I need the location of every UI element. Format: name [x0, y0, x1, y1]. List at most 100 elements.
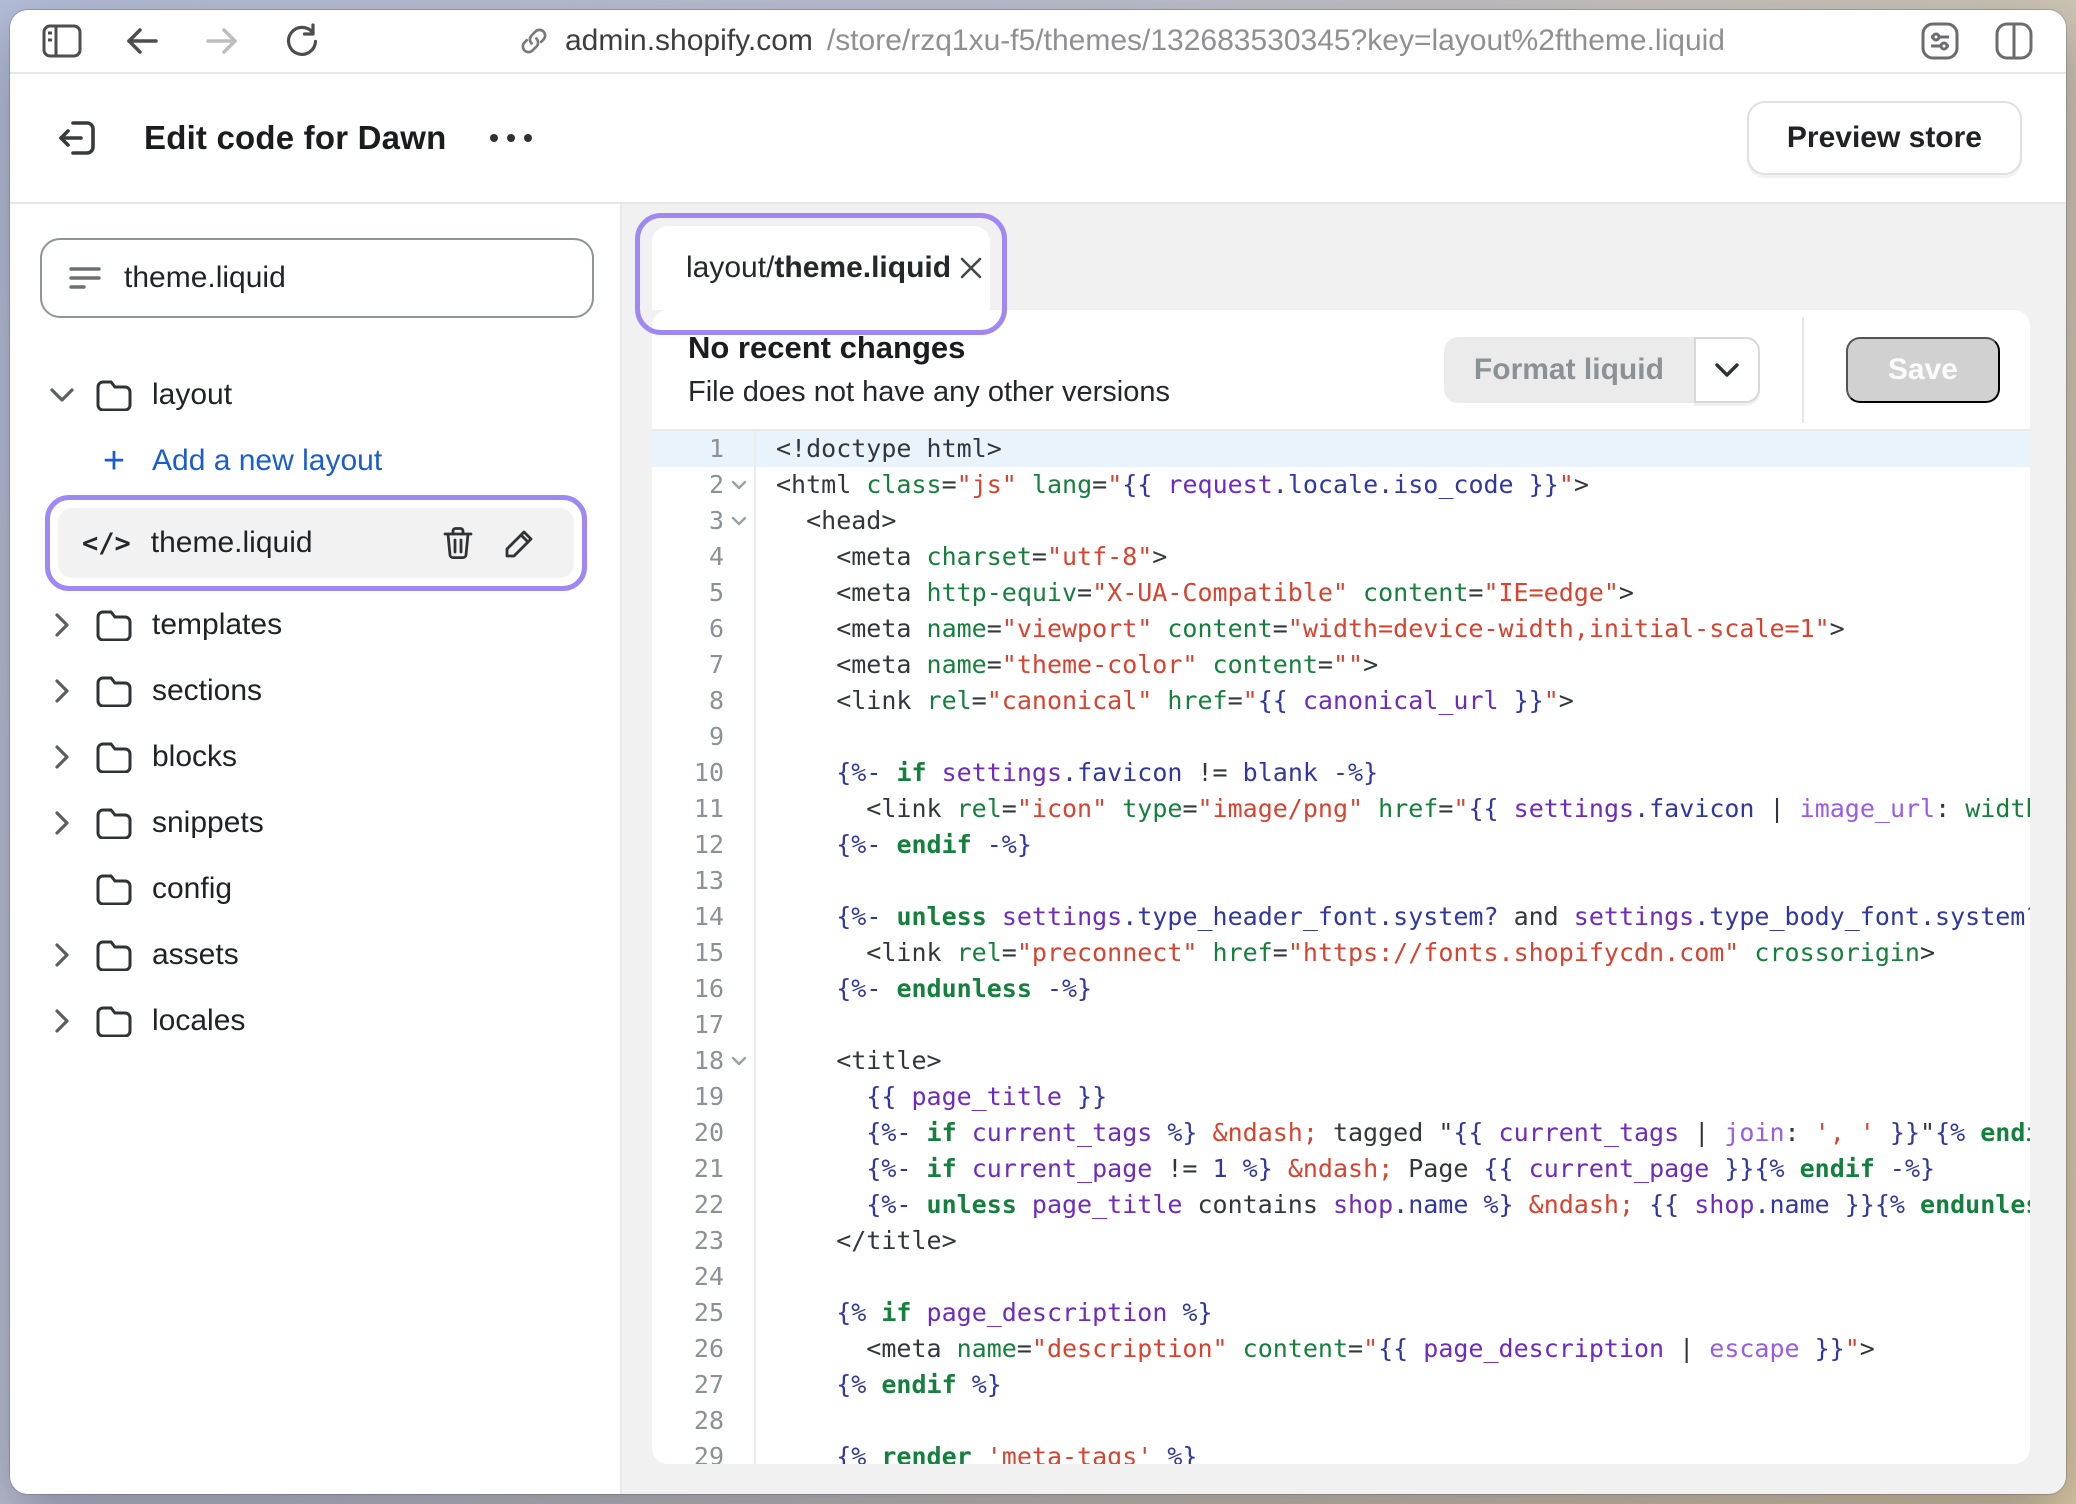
fold-spacer: [724, 899, 754, 935]
close-icon[interactable]: [951, 248, 991, 288]
chevron-down-icon[interactable]: [1694, 337, 1760, 403]
tune-icon[interactable]: [1918, 19, 1962, 63]
editor-card-header: No recent changes File does not have any…: [652, 310, 2030, 431]
folder-icon: [88, 675, 140, 707]
chevron-right-icon[interactable]: [40, 942, 84, 968]
sidebar-item-assets[interactable]: assets: [40, 922, 594, 988]
code-line[interactable]: 2<html class="js" lang="{{ request.local…: [652, 467, 2030, 503]
reload-icon[interactable]: [280, 19, 324, 63]
header-divider: [1802, 317, 1804, 423]
exit-icon[interactable]: [50, 110, 106, 166]
code-line[interactable]: 19 {{ page_title }}: [652, 1079, 2030, 1115]
address-bar[interactable]: admin.shopify.com/store/rzq1xu-f5/themes…: [324, 19, 1918, 63]
browser-window: admin.shopify.com/store/rzq1xu-f5/themes…: [10, 10, 2066, 1494]
code-line[interactable]: 21 {%- if current_page != 1 %} &ndash; P…: [652, 1151, 2030, 1187]
line-number: 5: [652, 575, 724, 611]
save-button[interactable]: Save: [1846, 337, 2000, 403]
fold-spacer: [724, 1115, 754, 1151]
code-line[interactable]: 25 {% if page_description %}: [652, 1295, 2030, 1331]
fold-spacer: [724, 935, 754, 971]
code-text: {%- endunless -%}: [756, 971, 2030, 1007]
code-line[interactable]: 9: [652, 719, 2030, 755]
editor-card: No recent changes File does not have any…: [652, 310, 2030, 1464]
code-text: <html class="js" lang="{{ request.locale…: [756, 467, 2030, 503]
sidebar-item-layout[interactable]: layout: [40, 362, 594, 428]
editor-pane: layout/theme.liquid No recent changes Fi…: [622, 204, 2066, 1494]
pencil-icon[interactable]: [492, 526, 548, 560]
sidebar-item-theme-liquid[interactable]: </>theme.liquid: [58, 508, 574, 578]
code-text: {% if page_description %}: [756, 1295, 2030, 1331]
code-line[interactable]: 14 {%- unless settings.type_header_font.…: [652, 899, 2030, 935]
code-line[interactable]: 24: [652, 1259, 2030, 1295]
sidebar-item-config[interactable]: config: [40, 856, 594, 922]
fold-spacer: [724, 1259, 754, 1295]
code-line[interactable]: 26 <meta name="description" content="{{ …: [652, 1331, 2030, 1367]
code-line[interactable]: 13: [652, 863, 2030, 899]
chevron-right-icon[interactable]: [40, 744, 84, 770]
gutter: 12: [652, 827, 756, 863]
sidebar-item-add-layout[interactable]: +Add a new layout: [40, 428, 594, 494]
code-line[interactable]: 3 <head>: [652, 503, 2030, 539]
sidebar-item-locales[interactable]: locales: [40, 988, 594, 1054]
code-text: {%- if current_page != 1 %} &ndash; Page…: [756, 1151, 2030, 1187]
sidebar-item-sections[interactable]: sections: [40, 658, 594, 724]
fold-icon[interactable]: [724, 503, 754, 539]
tab-theme-liquid[interactable]: layout/theme.liquid: [652, 226, 990, 310]
file-tree: layout+Add a new layout </>theme.liquid te…: [40, 362, 594, 1054]
gutter: 20: [652, 1115, 756, 1151]
code-line[interactable]: 10 {%- if settings.favicon != blank -%}: [652, 755, 2030, 791]
file-search-box[interactable]: [40, 238, 594, 318]
chevron-right-icon[interactable]: [40, 810, 84, 836]
code-line[interactable]: 17: [652, 1007, 2030, 1043]
code-line[interactable]: 22 {%- unless page_title contains shop.n…: [652, 1187, 2030, 1223]
line-number: 3: [652, 503, 724, 539]
code-line[interactable]: 23 </title>: [652, 1223, 2030, 1259]
format-liquid-button[interactable]: Format liquid: [1444, 337, 1694, 403]
code-line[interactable]: 6 <meta name="viewport" content="width=d…: [652, 611, 2030, 647]
code-line[interactable]: 18 <title>: [652, 1043, 2030, 1079]
chevron-right-icon[interactable]: [40, 1008, 84, 1034]
gutter: 7: [652, 647, 756, 683]
plus-icon: +: [88, 442, 140, 480]
code-line[interactable]: 27 {% endif %}: [652, 1367, 2030, 1403]
code-icon: </>: [82, 528, 131, 559]
sidebar-item-snippets[interactable]: snippets: [40, 790, 594, 856]
sidebar-toggle-icon[interactable]: [40, 19, 84, 63]
sidebar-item-templates[interactable]: templates: [40, 592, 594, 658]
split-view-icon[interactable]: [1992, 19, 2036, 63]
gutter: 19: [652, 1079, 756, 1115]
status-subtitle: File does not have any other versions: [688, 375, 1170, 409]
more-dots-icon[interactable]: [484, 134, 538, 142]
back-icon[interactable]: [120, 19, 164, 63]
code-line[interactable]: 1<!doctype html>: [652, 431, 2030, 467]
preview-store-button[interactable]: Preview store: [1747, 101, 2022, 175]
line-number: 20: [652, 1115, 724, 1151]
code-line[interactable]: 11 <link rel="icon" type="image/png" hre…: [652, 791, 2030, 827]
code-line[interactable]: 12 {%- endif -%}: [652, 827, 2030, 863]
fold-icon[interactable]: [724, 467, 754, 503]
code-line[interactable]: 15 <link rel="preconnect" href="https://…: [652, 935, 2030, 971]
folder-icon: [88, 1005, 140, 1037]
code-text: <link rel="canonical" href="{{ canonical…: [756, 683, 2030, 719]
trash-icon[interactable]: [430, 526, 486, 560]
code-line[interactable]: 16 {%- endunless -%}: [652, 971, 2030, 1007]
code-line[interactable]: 5 <meta http-equiv="X-UA-Compatible" con…: [652, 575, 2030, 611]
code-line[interactable]: 4 <meta charset="utf-8">: [652, 539, 2030, 575]
fold-spacer: [724, 971, 754, 1007]
code-line[interactable]: 28: [652, 1403, 2030, 1439]
fold-icon[interactable]: [724, 1043, 754, 1079]
line-number: 16: [652, 971, 724, 1007]
search-input[interactable]: [124, 261, 566, 295]
code-line[interactable]: 29 {% render 'meta-tags' %}: [652, 1439, 2030, 1464]
code-text: [756, 1403, 2030, 1439]
sidebar-item-blocks[interactable]: blocks: [40, 724, 594, 790]
chevron-right-icon[interactable]: [40, 612, 84, 638]
chevron-right-icon[interactable]: [40, 678, 84, 704]
folder-icon: [88, 939, 140, 971]
code-line[interactable]: 20 {%- if current_tags %} &ndash; tagged…: [652, 1115, 2030, 1151]
code-line[interactable]: 7 <meta name="theme-color" content="">: [652, 647, 2030, 683]
code-editor[interactable]: 1<!doctype html>2<html class="js" lang="…: [652, 431, 2030, 1464]
folder-icon: [88, 873, 140, 905]
code-line[interactable]: 8 <link rel="canonical" href="{{ canonic…: [652, 683, 2030, 719]
chevron-down-icon[interactable]: [40, 387, 84, 403]
